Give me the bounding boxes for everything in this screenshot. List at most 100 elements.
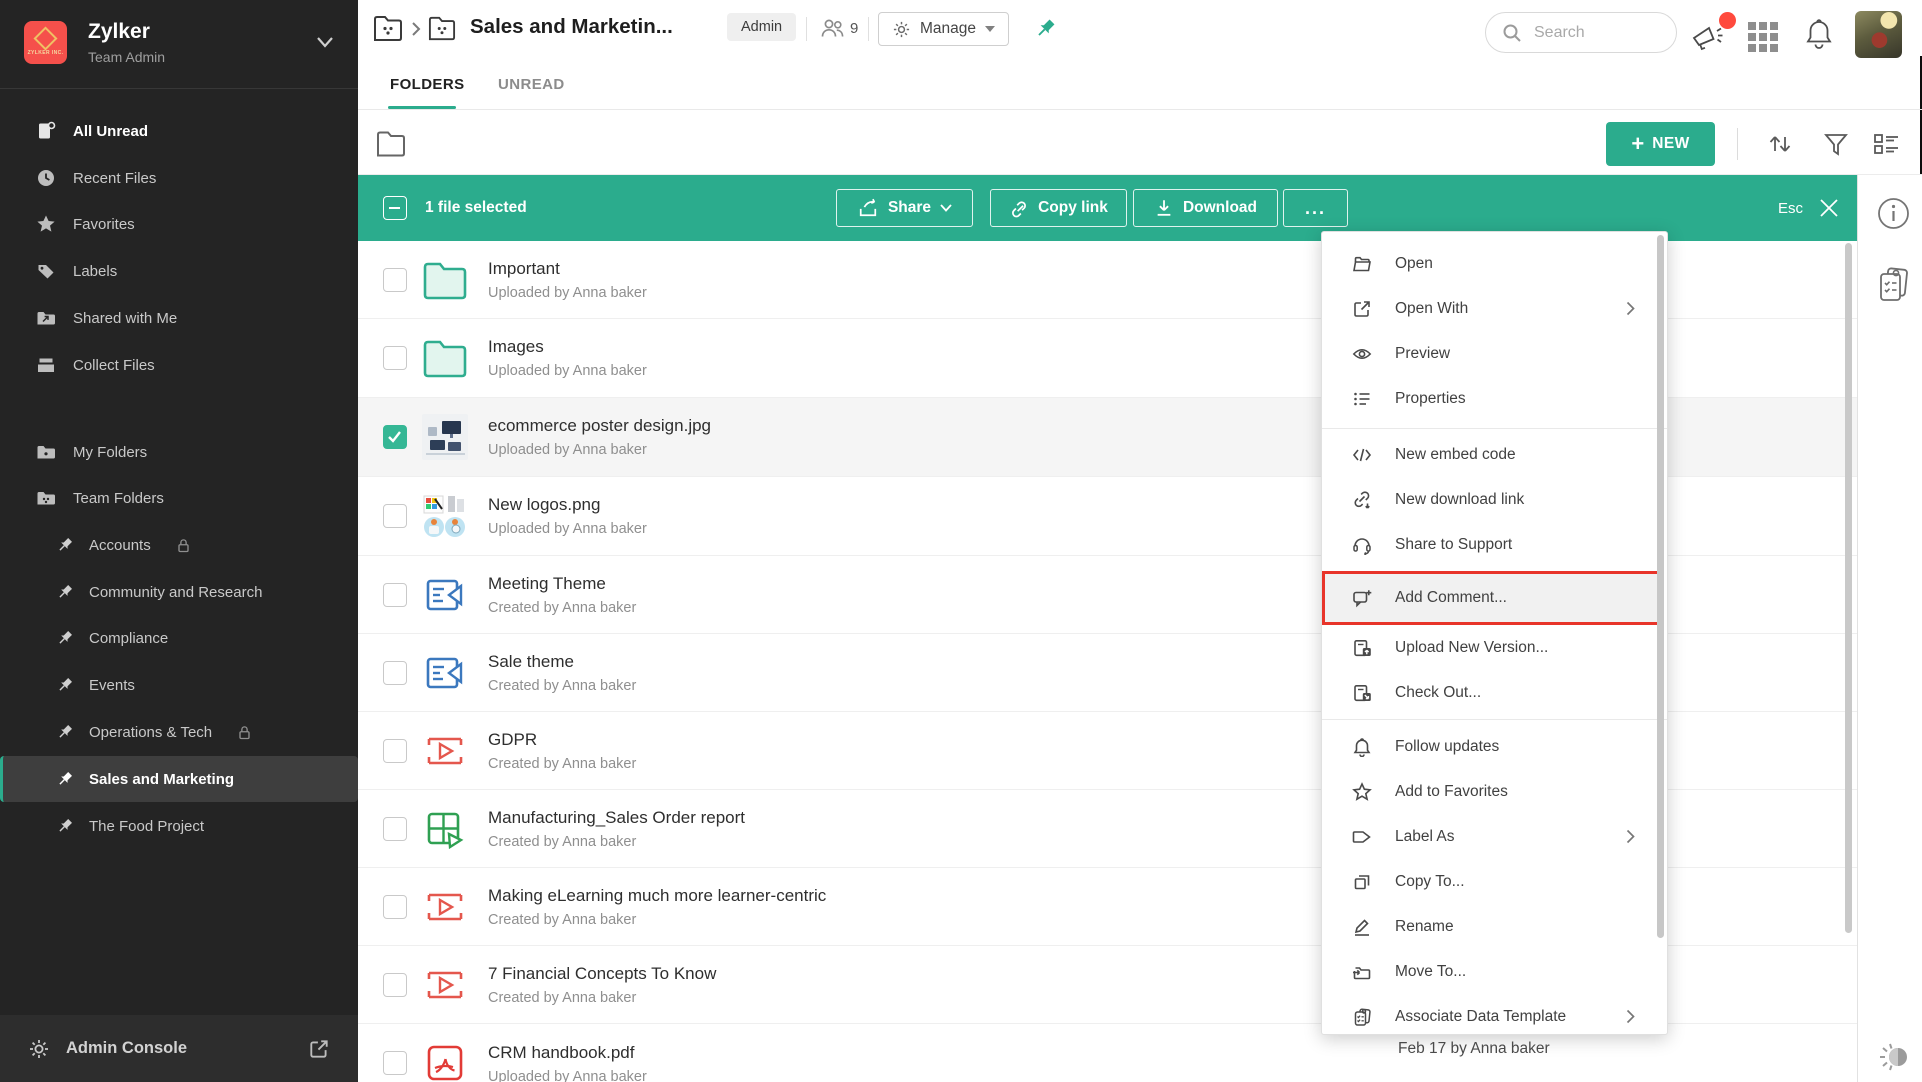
- menu-item-follow-updates[interactable]: Follow updates: [1322, 724, 1661, 769]
- zylker-logo: ZYLKER INC.: [24, 21, 67, 64]
- search-input[interactable]: [1532, 23, 1656, 43]
- menu-item-upload-new-version[interactable]: Upload New Version...: [1322, 625, 1661, 670]
- row-checkbox[interactable]: [383, 583, 407, 607]
- sidebar-item-shared-with-me[interactable]: Shared with Me: [0, 295, 358, 341]
- menu-item-properties[interactable]: Properties: [1322, 376, 1661, 421]
- sort-icon[interactable]: [1766, 130, 1794, 158]
- sidebar-item-the-food-project[interactable]: The Food Project: [0, 803, 358, 849]
- user-avatar[interactable]: [1855, 11, 1902, 58]
- sidebar-item-compliance[interactable]: Compliance: [0, 615, 358, 661]
- header: Sales and Marketin... Admin 9 Manage: [358, 0, 1922, 56]
- row-checkbox-checked[interactable]: [383, 425, 407, 449]
- row-checkbox[interactable]: [383, 1051, 407, 1075]
- download-button[interactable]: Download: [1133, 189, 1278, 227]
- file-modified-date: Feb 17 by Anna baker: [1398, 1040, 1550, 1058]
- row-checkbox[interactable]: [383, 817, 407, 841]
- context-menu: Open Open With Preview Properties New em…: [1321, 231, 1668, 1035]
- menu-item-share-to-support[interactable]: Share to Support: [1322, 522, 1661, 567]
- sidebar-item-label: Community and Research: [89, 584, 262, 601]
- shared-folder-icon: [36, 308, 56, 328]
- theme-toggle-icon[interactable]: [1878, 1042, 1912, 1072]
- admin-console-button[interactable]: Admin Console: [0, 1015, 358, 1082]
- menu-item-copy-to[interactable]: Copy To...: [1322, 859, 1661, 904]
- download-icon: [1154, 198, 1174, 218]
- menu-item-new-embed-code[interactable]: New embed code: [1322, 432, 1661, 477]
- deselect-checkbox[interactable]: [383, 196, 407, 220]
- sidebar-item-community-and-research[interactable]: Community and Research: [0, 569, 358, 615]
- sidebar-item-label: Sales and Marketing: [89, 771, 234, 788]
- pin-icon: [56, 770, 74, 788]
- manage-button[interactable]: Manage: [878, 12, 1009, 46]
- folder-breadcrumb-icon[interactable]: [427, 15, 457, 42]
- share-label: Share: [888, 199, 931, 217]
- filter-icon[interactable]: [1822, 130, 1850, 158]
- breadcrumb-root-folder-icon[interactable]: [375, 129, 407, 159]
- chevron-down-icon[interactable]: [315, 35, 335, 49]
- row-checkbox[interactable]: [383, 895, 407, 919]
- sidebar-item-my-folders[interactable]: My Folders: [0, 429, 358, 475]
- team-switcher[interactable]: ZYLKER INC. Zylker Team Admin: [0, 0, 358, 89]
- sidebar-item-labels[interactable]: Labels: [0, 248, 358, 294]
- file-meta: Uploaded by Anna baker: [488, 285, 647, 301]
- copy-link-button[interactable]: Copy link: [990, 189, 1127, 227]
- sidebar-item-label: Operations & Tech: [89, 724, 212, 741]
- open-folder-icon: [1352, 254, 1372, 274]
- members-icon[interactable]: [820, 17, 846, 40]
- row-checkbox[interactable]: [383, 268, 407, 292]
- share-button[interactable]: Share: [836, 189, 973, 227]
- menu-item-add-comment[interactable]: Add Comment...: [1322, 571, 1661, 625]
- sidebar-item-team-folders[interactable]: Team Folders: [0, 475, 358, 521]
- sidebar-item-all-unread[interactable]: All Unread: [0, 108, 358, 154]
- menu-scrollbar[interactable]: [1657, 235, 1664, 938]
- tab-unread[interactable]: UNREAD: [498, 76, 565, 93]
- manage-label: Manage: [920, 20, 976, 38]
- menu-item-open-with[interactable]: Open With: [1322, 286, 1661, 331]
- sidebar-item-operations-and-tech[interactable]: Operations & Tech: [0, 709, 358, 755]
- apps-grid-icon[interactable]: [1748, 22, 1778, 52]
- pin-icon: [56, 723, 74, 741]
- sidebar-item-collect-files[interactable]: Collect Files: [0, 342, 358, 388]
- menu-item-rename[interactable]: Rename: [1322, 904, 1661, 949]
- sidebar-item-label: The Food Project: [89, 818, 204, 835]
- data-template-panel-icon[interactable]: [1875, 265, 1913, 305]
- menu-item-preview[interactable]: Preview: [1322, 331, 1661, 376]
- pin-icon: [56, 583, 74, 601]
- pinned-indicator-icon[interactable]: [1034, 17, 1057, 40]
- menu-item-open[interactable]: Open: [1322, 241, 1661, 286]
- sidebar-item-sales-and-marketing[interactable]: Sales and Marketing: [0, 756, 358, 802]
- file-name: New logos.png: [488, 495, 647, 515]
- row-checkbox[interactable]: [383, 973, 407, 997]
- label-tag-icon: [1352, 827, 1372, 847]
- menu-item-new-download-link[interactable]: New download link: [1322, 477, 1661, 522]
- menu-item-associate-data-template[interactable]: Associate Data Template: [1322, 994, 1661, 1035]
- sidebar-item-favorites[interactable]: Favorites: [0, 201, 358, 247]
- menu-item-add-to-favorites[interactable]: Add to Favorites: [1322, 769, 1661, 814]
- file-name: ecommerce poster design.jpg: [488, 416, 711, 436]
- tab-folders[interactable]: FOLDERS: [390, 76, 464, 93]
- new-button[interactable]: + NEW: [1606, 122, 1715, 166]
- external-link-icon[interactable]: [308, 1038, 330, 1060]
- row-checkbox[interactable]: [383, 661, 407, 685]
- row-checkbox[interactable]: [383, 346, 407, 370]
- row-checkbox[interactable]: [383, 739, 407, 763]
- more-actions-button[interactable]: ...: [1283, 189, 1348, 227]
- move-folder-icon: [1352, 962, 1372, 982]
- list-view-icon[interactable]: [1872, 130, 1900, 158]
- info-icon[interactable]: [1877, 197, 1910, 230]
- submenu-chevron-icon: [1626, 1009, 1635, 1024]
- bell-icon[interactable]: [1804, 17, 1834, 53]
- team-folders-breadcrumb-icon[interactable]: [372, 14, 404, 43]
- close-icon[interactable]: [1818, 197, 1840, 219]
- content-scrollbar[interactable]: [1845, 243, 1852, 933]
- sidebar-item-accounts[interactable]: Accounts: [0, 522, 358, 568]
- menu-item-check-out[interactable]: Check Out...: [1322, 670, 1661, 715]
- row-checkbox[interactable]: [383, 504, 407, 528]
- menu-item-label-as[interactable]: Label As: [1322, 814, 1661, 859]
- pin-icon: [56, 536, 74, 554]
- menu-item-move-to[interactable]: Move To...: [1322, 949, 1661, 994]
- search-bar[interactable]: [1485, 12, 1677, 53]
- file-meta: Created by Anna baker: [488, 912, 826, 928]
- sidebar-item-events[interactable]: Events: [0, 662, 358, 708]
- slideshow-icon: [420, 963, 470, 1007]
- sidebar-item-recent-files[interactable]: Recent Files: [0, 155, 358, 201]
